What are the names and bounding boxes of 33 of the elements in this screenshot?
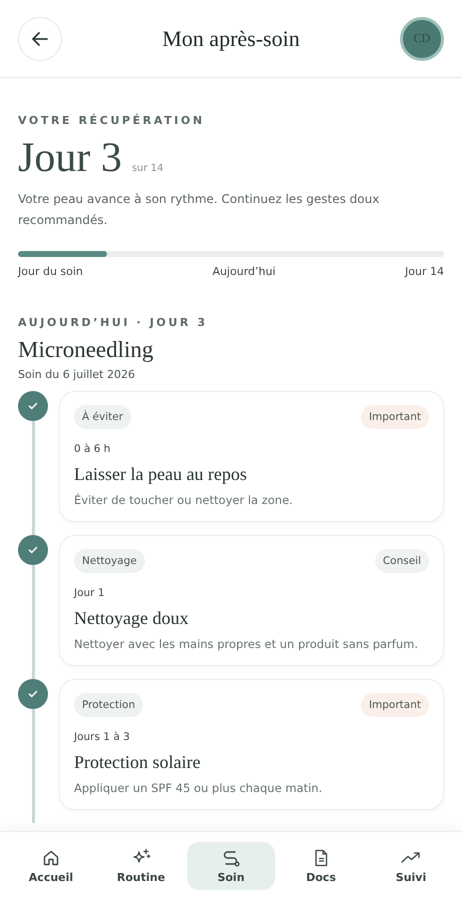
progress-label: Jour du soin [18, 265, 83, 278]
page-title: Mon après-soin [162, 26, 300, 52]
progress-label: Aujourd’hui [212, 265, 276, 278]
home-icon [41, 848, 61, 868]
nav-tab[interactable]: Suivi [367, 842, 455, 890]
category-tag: Nettoyage [74, 549, 145, 573]
recovery-message: Votre peau avance à son rythme. Continuez les gestes doux recommandés. [18, 191, 380, 229]
progress-label: Jour 14 [405, 265, 444, 278]
step-timing: 0 à 6 h [74, 443, 112, 455]
step-timing: Jour 1 [74, 587, 106, 599]
day-total: sur 14 [132, 163, 164, 174]
priority-tag: Important [360, 693, 429, 717]
step-title: Laisser la peau au repos [74, 464, 248, 485]
back-button[interactable] [18, 16, 62, 60]
category-tag: Protection [74, 693, 144, 717]
step-description: Éviter de toucher ou nettoyer la zone. [74, 493, 294, 507]
nav-tab[interactable]: Soin [187, 842, 275, 890]
nav-tab[interactable]: Accueil [7, 842, 95, 890]
nav-tab[interactable]: Docs [277, 842, 365, 890]
step-title: Protection solaire [74, 752, 202, 773]
category-tag: À éviter [74, 405, 132, 429]
step-description: Nettoyer avec les mains propres et un produit sans parfum. [74, 637, 419, 651]
day-counter: Jour 3 [18, 134, 122, 183]
step-description: Appliquer un SPF 45 ou plus chaque matin. [74, 781, 324, 795]
nav-tab[interactable]: Routine [97, 842, 185, 890]
step-title: Nettoyage doux [74, 608, 190, 629]
section-label: VOTRE RÉCUPÉRATION [18, 114, 206, 127]
priority-tag: Conseil [374, 549, 429, 573]
section-label: AUJOURD’HUI · JOUR 3 [18, 316, 209, 329]
priority-tag: Important [360, 405, 429, 429]
treatment-date: Soin du 6 juillet 2026 [18, 368, 136, 381]
treatment-name: Microneedling [18, 337, 154, 363]
step-timing: Jours 1 à 3 [74, 731, 131, 743]
